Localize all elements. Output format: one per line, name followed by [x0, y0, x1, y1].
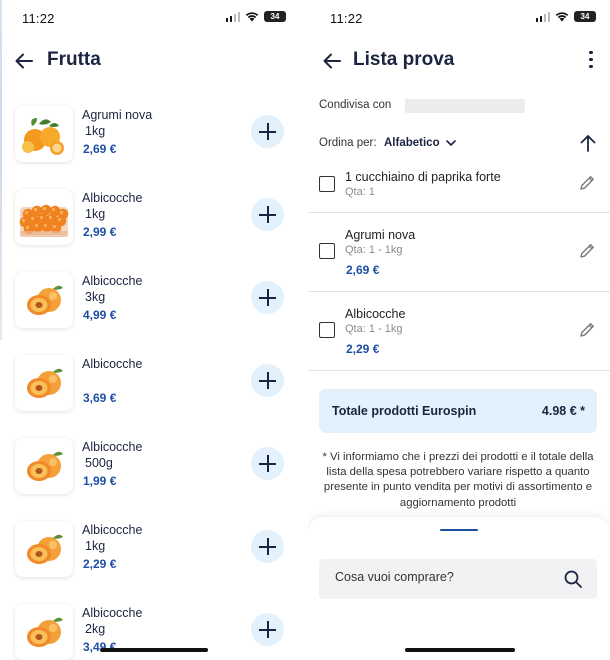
list-separator [308, 291, 610, 292]
total-value: 4.98 € * [541, 404, 585, 418]
back-arrow-icon[interactable] [321, 50, 343, 72]
product-quantity: 3kg [85, 290, 106, 304]
product-price: 1,99 € [83, 474, 117, 488]
item-quantity: Qta: 1 [345, 186, 375, 198]
list-separator [308, 370, 610, 371]
product-name: Albicocche [82, 440, 143, 454]
add-to-list-button[interactable] [251, 364, 284, 397]
product-name: Albicocche [82, 191, 143, 205]
product-name: Albicocche [82, 357, 143, 371]
home-indicator [405, 648, 515, 652]
product-price: 4,99 € [83, 308, 117, 322]
checkbox-icon[interactable] [319, 322, 335, 338]
status-bar: 11:22 34 [308, 0, 610, 36]
item-name: Agrumi nova [345, 228, 416, 242]
product-image [15, 604, 73, 660]
search-icon[interactable] [563, 569, 583, 589]
list-separator [308, 212, 610, 213]
page-title: Frutta [47, 49, 101, 70]
back-arrow-icon[interactable] [13, 50, 35, 72]
pencil-icon[interactable] [578, 242, 596, 260]
product-quantity: 500g [85, 456, 113, 470]
add-to-list-button[interactable] [251, 447, 284, 480]
page-title: Lista prova [353, 49, 455, 70]
product-quantity: 1kg [85, 539, 106, 553]
product-image [15, 272, 73, 328]
header: Frutta [0, 44, 300, 78]
product-name: Albicocche [82, 523, 143, 537]
product-name: Albicocche [82, 606, 143, 620]
sort-label: Ordina per: [319, 137, 377, 149]
product-row[interactable]: Albicocche 3kg 4,99 € [0, 270, 300, 340]
product-price: 3,69 € [83, 391, 117, 405]
item-name: Albicocche [345, 307, 406, 321]
product-price: 2,69 € [83, 142, 117, 156]
pencil-icon[interactable] [578, 174, 596, 192]
product-image [15, 106, 73, 162]
product-quantity: 1kg [85, 124, 106, 138]
product-image [15, 521, 73, 577]
search-input[interactable] [335, 570, 555, 584]
system-icons: 34 [225, 11, 286, 22]
checkbox-icon[interactable] [319, 243, 335, 259]
chevron-down-icon[interactable] [445, 137, 457, 149]
product-row[interactable]: Agrumi nova 1kg 2,69 € [0, 104, 300, 174]
item-price: 2,69 € [346, 263, 380, 277]
system-icons: 34 [535, 11, 596, 22]
add-to-list-button[interactable] [251, 198, 284, 231]
item-name: 1 cucchiaino di paprika forte [345, 170, 501, 184]
sort-dropdown[interactable]: Alfabetico [384, 137, 440, 149]
shared-with-redacted [405, 99, 525, 113]
wifi-icon [555, 12, 569, 22]
add-to-list-button[interactable] [251, 281, 284, 314]
add-to-list-button[interactable] [251, 115, 284, 148]
product-image [15, 189, 73, 245]
product-row[interactable]: Albicocche 1kg 2,29 € [0, 519, 300, 589]
product-row[interactable]: Albicocche 1kg 2,99 € [0, 187, 300, 257]
product-image [15, 438, 73, 494]
add-to-list-button[interactable] [251, 613, 284, 646]
product-quantity: 1kg [85, 207, 106, 221]
fruit-category-screen: 11:22 34 Frutta Agrumi nova 1kg 2,69 € Albi… [0, 0, 300, 660]
product-image [15, 355, 73, 411]
status-time: 11:22 [330, 11, 363, 26]
header: Lista prova [308, 44, 610, 78]
product-quantity: 2kg [85, 622, 106, 636]
product-name: Agrumi nova [82, 108, 153, 122]
checkbox-icon[interactable] [319, 176, 335, 192]
add-product-sheet [308, 517, 610, 660]
product-row[interactable]: Albicocche 3,69 € [0, 353, 300, 423]
battery-icon: 34 [264, 11, 286, 22]
product-row[interactable]: Albicocche 500g 1,99 € [0, 436, 300, 506]
total-label: Totale prodotti Eurospin [332, 404, 477, 418]
product-price: 2,99 € [83, 225, 117, 239]
status-bar: 11:22 34 [0, 0, 300, 36]
price-disclaimer: * Vi informiamo che i prezzi dei prodott… [322, 451, 594, 509]
item-quantity: Qta: 1 - 1kg [345, 323, 403, 335]
item-price: 2,29 € [346, 342, 380, 356]
shopping-list-screen: 11:22 34 Lista prova Condivisa con Ordin… [308, 0, 610, 660]
kebab-menu-icon[interactable] [588, 51, 594, 71]
item-quantity: Qta: 1 - 1kg [345, 244, 403, 256]
status-time: 11:22 [22, 11, 55, 26]
battery-icon: 34 [574, 11, 596, 22]
home-indicator [100, 648, 208, 652]
screen-divider [300, 0, 308, 660]
sort-arrow-up-icon[interactable] [579, 133, 597, 153]
search-box [319, 559, 597, 599]
signal-icon [535, 11, 550, 22]
total-box: Totale prodotti Eurospin 4.98 € * [319, 389, 597, 433]
add-to-list-button[interactable] [251, 530, 284, 563]
pencil-icon[interactable] [578, 321, 596, 339]
product-price: 2,29 € [83, 557, 117, 571]
wifi-icon [245, 12, 259, 22]
sheet-handle[interactable] [440, 529, 478, 531]
shared-with-label: Condivisa con [319, 99, 392, 111]
signal-icon [225, 11, 240, 22]
product-name: Albicocche [82, 274, 143, 288]
